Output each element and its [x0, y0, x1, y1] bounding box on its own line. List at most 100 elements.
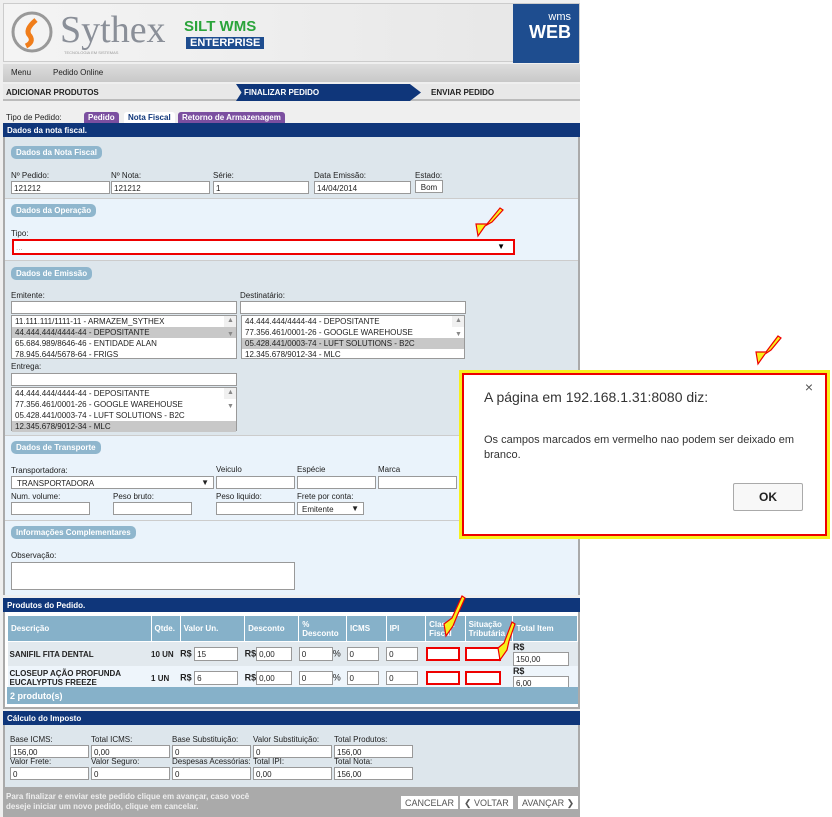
select-tipo[interactable]: ... ▼ [12, 239, 515, 255]
imposto-label: Valor Frete: [10, 757, 52, 766]
currency: R$ [244, 672, 257, 683]
column-header: ICMS [346, 615, 387, 642]
input-nota[interactable]: 121212 [111, 181, 210, 194]
cell-input[interactable]: 150,00 [512, 652, 569, 666]
input-data-emissao[interactable]: 14/04/2014 [314, 181, 411, 194]
scrollbar[interactable]: ▲ ▼ [224, 388, 236, 410]
imposto-input[interactable]: 0,00 [253, 767, 332, 780]
product-name: SILT WMS [184, 18, 257, 35]
breadcrumb-pedido-online[interactable]: Pedido Online [53, 68, 103, 77]
currency: R$ [244, 648, 257, 659]
input-peso-bruto[interactable] [113, 502, 192, 515]
next-button[interactable]: AVANÇAR ❯ [517, 795, 580, 810]
imposto-input[interactable]: 0 [10, 767, 89, 780]
list-option[interactable]: 44.444.444/4444-44 - DEPOSITANTE [12, 388, 236, 399]
ok-button[interactable]: OK [733, 483, 803, 511]
list-option[interactable]: 78.945.644/5678-64 - FRIGS [12, 349, 236, 360]
column-header: Valor Un. [179, 615, 246, 642]
label-entrega: Entrega: [11, 362, 42, 371]
produtos-title: Produtos do Pedido. [3, 598, 580, 612]
input-estado[interactable]: Bom [415, 180, 443, 193]
textarea-observacao[interactable] [11, 562, 295, 590]
chevron-down-icon: ▼ [201, 478, 209, 487]
entrega-list[interactable]: ▲ ▼ 44.444.444/4444-44 - DEPOSITANTE 77.356… [11, 387, 237, 432]
imposto-label: Base Substituição: [172, 735, 239, 744]
required-input[interactable] [425, 647, 460, 661]
input-especie[interactable] [297, 476, 376, 489]
label-pedido: Nº Pedido: [11, 171, 50, 180]
dialog-message: Os campos marcados em vermelho nao podem… [484, 434, 794, 461]
close-icon[interactable]: × [805, 379, 813, 395]
cell-input[interactable]: 0 [386, 647, 419, 661]
produtos-table: Descrição Qtde. Valor Un. Desconto% Descont… [7, 615, 578, 690]
required-input[interactable] [425, 671, 460, 685]
breadcrumb-menu[interactable]: Menu [11, 68, 31, 77]
produtos-panel: Descrição Qtde. Valor Un. Desconto% Descont… [3, 612, 580, 709]
input-serie[interactable]: 1 [213, 181, 309, 194]
cell-input[interactable]: 15 [194, 647, 239, 661]
scrollbar[interactable]: ▲ ▼ [224, 316, 236, 338]
cell-input[interactable]: 0,00 [256, 671, 293, 685]
label-peso-liquido: Peso liquido: [216, 492, 262, 501]
list-option[interactable]: 12.345.678/9012-34 - MLC [242, 349, 464, 360]
cell-input[interactable]: 0 [298, 647, 333, 661]
cell-input[interactable]: 0 [386, 671, 419, 685]
imposto-label: Valor Seguro: [91, 757, 140, 766]
input-pedido[interactable]: 121212 [11, 181, 110, 194]
column-header: Qtde. [150, 615, 181, 642]
required-input[interactable] [465, 671, 502, 685]
imposto-label: Total Produtos: [334, 735, 388, 744]
destinatario-filter[interactable] [240, 301, 466, 314]
label-tipo: Tipo: [11, 229, 29, 238]
entrega-filter[interactable] [11, 373, 237, 386]
imposto-input[interactable]: 156,00 [334, 767, 413, 780]
currency: R$ [180, 648, 192, 659]
column-header: Classi. Fiscal [425, 615, 466, 642]
input-num-volume[interactable] [11, 502, 90, 515]
select-frete[interactable]: Emitente ▼ [297, 502, 364, 515]
wizard-steps: ADICIONAR PRODUTOS FINALIZAR PEDIDO ENVI… [3, 84, 580, 101]
destinatario-list[interactable]: ▲ ▼ 44.444.444/4444-44 - DEPOSITANTE 77.356… [241, 315, 465, 359]
back-button[interactable]: ❮ VOLTAR [459, 795, 514, 810]
label-estado: Estado: [415, 171, 443, 180]
currency: R$ [180, 672, 192, 683]
footer-hint: Para finalizar e enviar este pedido cliq… [6, 792, 250, 811]
emitente-list[interactable]: ▲ ▼ 11.111.111/1111-11 - ARMAZEM_SYTHEX 44.… [11, 315, 237, 359]
imposto-input[interactable]: 0 [172, 767, 251, 780]
list-option[interactable]: 65.684.989/8646-46 - ENTIDADE ALAN [12, 338, 236, 349]
list-option[interactable]: 12.345.678/9012-34 - MLC [12, 421, 236, 432]
cell-input[interactable]: 0 [298, 671, 333, 685]
column-header: % Desconto [298, 615, 348, 642]
select-transportadora[interactable]: TRANSPORTADORA ▼ [11, 476, 214, 489]
product-qty: 10 UN [151, 649, 174, 659]
table-header: Descrição Qtde. Valor Un. Desconto% Descont… [7, 615, 578, 642]
breadcrumb: Menu Pedido Online [3, 64, 580, 82]
imposto-input[interactable]: 0 [91, 767, 170, 780]
list-option[interactable]: 44.444.444/4444-44 - DEPOSITANTE [242, 316, 464, 327]
list-option[interactable]: 44.444.444/4444-44 - DEPOSITANTE [12, 327, 236, 338]
label-veiculo: Veiculo [216, 465, 242, 474]
list-option[interactable]: 77.356.461/0001-26 - GOOGLE WAREHOUSE [242, 327, 464, 338]
sythex-logo-icon [11, 11, 53, 53]
input-veiculo[interactable] [216, 476, 295, 489]
list-option[interactable]: 05.428.441/0003-74 - LUFT SOLUTIONS - B2… [12, 410, 236, 421]
label-destinatario: Destinatário: [240, 291, 285, 300]
section-title: Dados da nota fiscal. [3, 123, 580, 137]
cancel-button[interactable]: CANCELAR [400, 795, 460, 810]
input-marca[interactable] [378, 476, 457, 489]
cell-input[interactable]: 0,00 [256, 647, 293, 661]
alert-dialog: A página em 192.168.1.31:8080 diz: × Os … [459, 370, 830, 539]
input-peso-liquido[interactable] [216, 502, 295, 515]
emitente-filter[interactable] [11, 301, 237, 314]
required-input[interactable] [465, 647, 502, 661]
cell-input[interactable]: 0 [346, 671, 379, 685]
badge-bottom: WEB [529, 22, 571, 42]
list-option[interactable]: 05.428.441/0003-74 - LUFT SOLUTIONS - B2… [242, 338, 464, 349]
list-option[interactable]: 77.356.461/0001-26 - GOOGLE WAREHOUSE [12, 399, 236, 410]
nota-section: Dados da Nota Fiscal Nº Pedido: 121212 N… [5, 137, 578, 199]
list-option[interactable]: 11.111.111/1111-11 - ARMAZEM_SYTHEX [12, 316, 236, 327]
cell-input[interactable]: 0 [346, 647, 379, 661]
scrollbar[interactable]: ▲ ▼ [452, 316, 464, 338]
label-num-volume: Num. volume: [11, 492, 61, 501]
cell-input[interactable]: 6 [194, 671, 239, 685]
